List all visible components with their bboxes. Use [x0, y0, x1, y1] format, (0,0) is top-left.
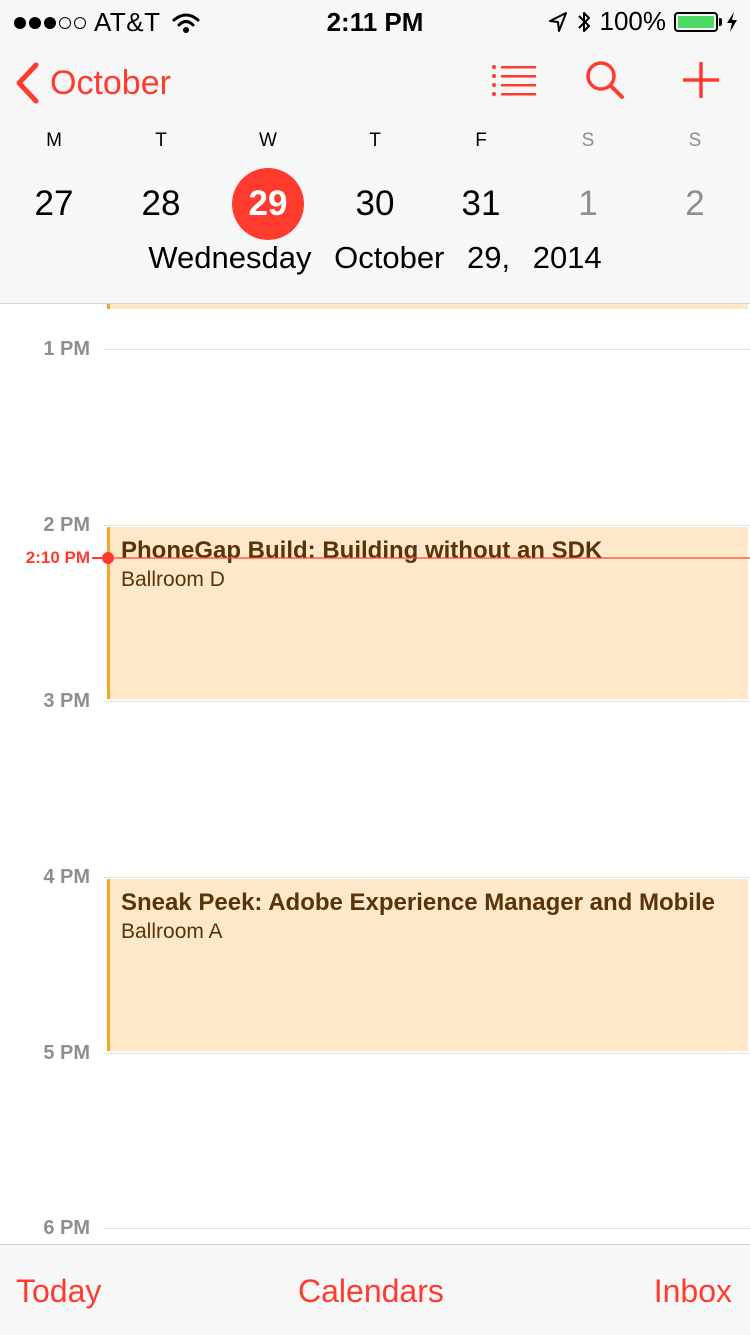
- date-cell[interactable]: 31: [445, 168, 517, 240]
- current-time-tick: [92, 557, 102, 559]
- list-icon[interactable]: [491, 62, 537, 98]
- nav-bar: October: [0, 50, 750, 118]
- status-right: 100%: [548, 6, 739, 37]
- date-cell[interactable]: 1: [552, 168, 624, 240]
- current-time-line: [108, 557, 750, 559]
- event-title: Sneak Peek: Adobe Experience Manager and…: [121, 889, 715, 916]
- hour-label: 4 PM: [43, 866, 90, 888]
- event-block[interactable]: PhoneGap Build: Building without an SDK …: [107, 527, 748, 699]
- weekday-name: Wednesday: [148, 240, 312, 275]
- inbox-button[interactable]: Inbox: [654, 1273, 732, 1310]
- hour-line: [103, 701, 750, 702]
- weekday-letter: W: [259, 130, 277, 151]
- hour-label: 6 PM: [43, 1217, 90, 1239]
- weekday-letter: S: [688, 130, 702, 151]
- hour-line: [103, 1228, 750, 1229]
- tab-bar: Today Calendars Inbox: [0, 1244, 750, 1335]
- search-icon[interactable]: [585, 60, 625, 100]
- event-location: Ballroom A: [121, 920, 223, 943]
- hour-label: 1 PM: [43, 338, 90, 360]
- event-block[interactable]: Sneak Peek: Adobe Experience Manager and…: [107, 879, 748, 1051]
- previous-event-tail[interactable]: [107, 304, 748, 309]
- weekday-letters: M T W T F S S: [0, 130, 750, 160]
- battery-icon: [674, 11, 722, 32]
- selected-date-title: Wednesday October 29, 2014: [0, 240, 750, 276]
- today-button[interactable]: Today: [16, 1273, 101, 1310]
- hour-label: 3 PM: [43, 690, 90, 712]
- bluetooth-icon: [577, 11, 590, 32]
- calendars-button[interactable]: Calendars: [298, 1273, 444, 1310]
- hour-line: [103, 349, 750, 350]
- day-timeline[interactable]: 1 PM 2 PM 3 PM 4 PM 5 PM 6 PM PhoneGap B…: [0, 304, 750, 1244]
- plus-icon[interactable]: [681, 60, 721, 100]
- weekday-letter: M: [46, 130, 62, 151]
- battery-nub: [719, 17, 722, 26]
- date-cell[interactable]: 27: [18, 168, 90, 240]
- status-bar: AT&T 2:11 PM 100%: [0, 0, 750, 40]
- location-arrow-icon: [548, 11, 567, 32]
- back-button[interactable]: October: [14, 62, 171, 104]
- chevron-left-icon: [16, 62, 39, 104]
- hour-label: 5 PM: [43, 1042, 90, 1064]
- current-time-label: 2:10 PM: [25, 548, 90, 567]
- date-cell[interactable]: 30: [339, 168, 411, 240]
- charging-bolt-icon: [727, 11, 737, 32]
- calendar-header: AT&T 2:11 PM 100% October M T W T F S S …: [0, 0, 750, 304]
- hour-line: [103, 525, 750, 526]
- weekday-letter: T: [369, 130, 381, 151]
- event-location: Ballroom D: [121, 568, 225, 591]
- weekday-letter: T: [155, 130, 167, 151]
- date-cell[interactable]: 2: [659, 168, 731, 240]
- full-date: October 29, 2014: [334, 240, 602, 275]
- back-button-label: October: [50, 63, 171, 102]
- date-cell[interactable]: 28: [125, 168, 197, 240]
- weekday-letter: F: [475, 130, 487, 151]
- event-title: PhoneGap Build: Building without an SDK: [121, 537, 603, 564]
- hour-label: 2 PM: [43, 514, 90, 536]
- hour-line: [103, 877, 750, 878]
- battery-level: [678, 15, 714, 28]
- hour-line: [103, 1053, 750, 1054]
- week-dates: 27 28 29 30 31 1 2: [0, 168, 750, 240]
- date-cell-selected[interactable]: 29: [232, 168, 304, 240]
- weekday-letter: S: [581, 130, 595, 151]
- battery-percent: 100%: [599, 6, 667, 36]
